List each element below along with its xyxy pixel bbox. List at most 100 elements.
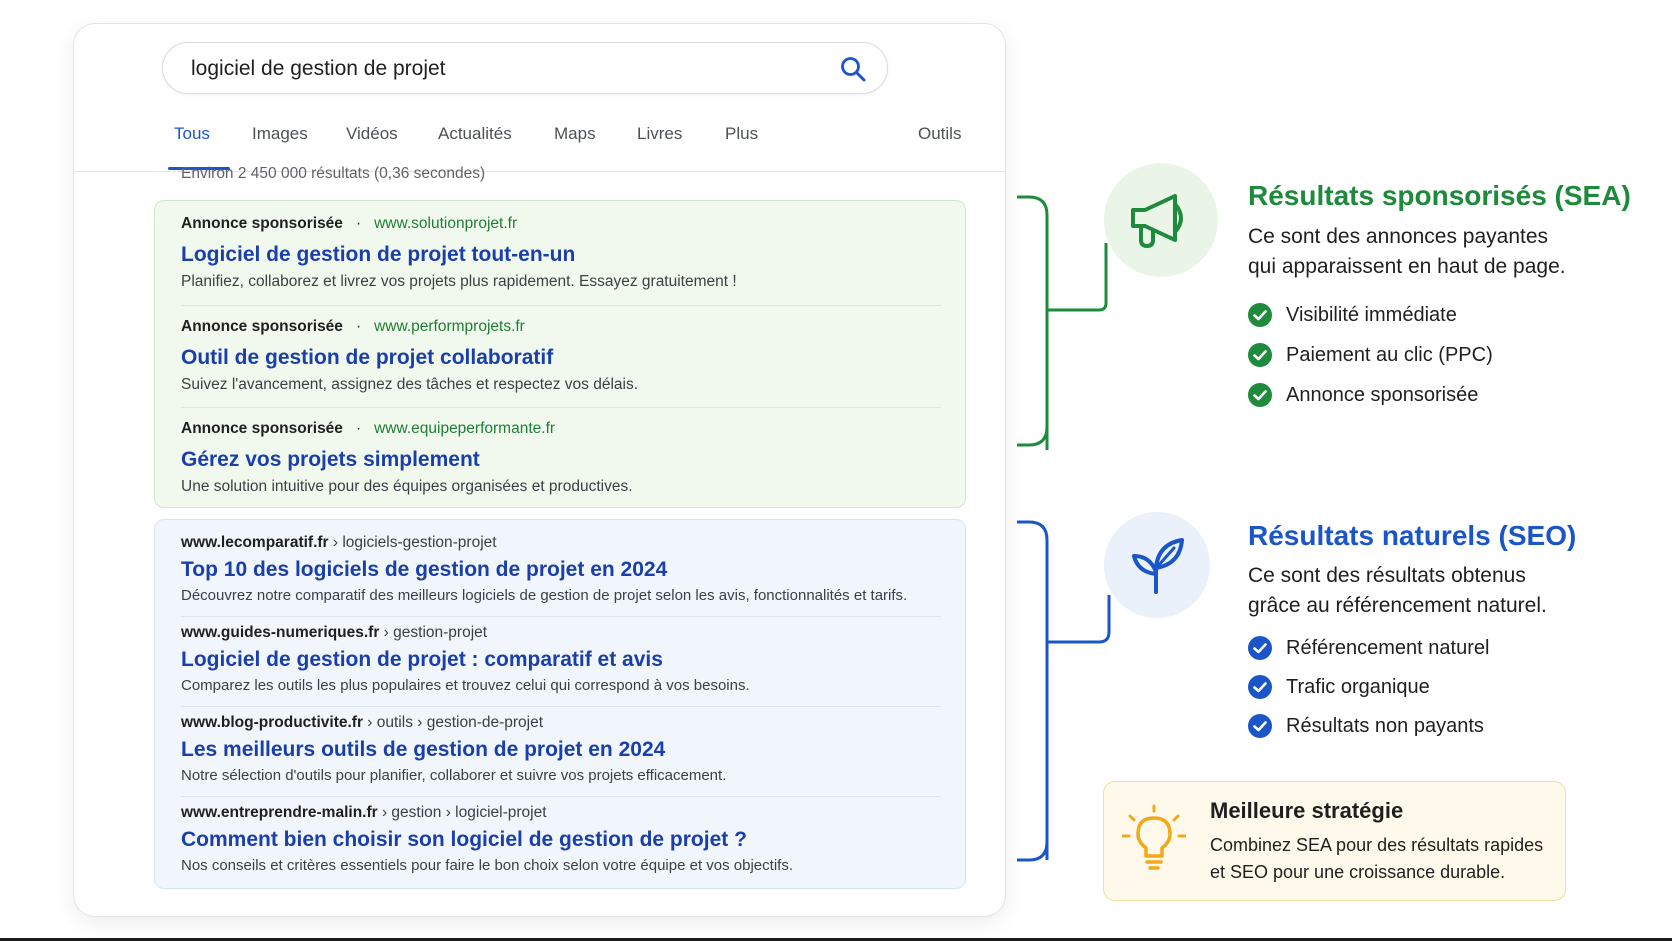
ad-result: Annonce sponsorisée · www.equipeperformant… [181,418,941,497]
sea-benefit: Paiement au clic (PPC) [1248,335,1493,375]
sea-benefit-label: Paiement au clic (PPC) [1286,343,1493,366]
check-circle-icon [1248,714,1272,738]
result-description: Découvrez notre comparatif des meilleurs… [181,587,908,604]
ad-title-link[interactable]: Logiciel de gestion de projet tout-en-un [181,241,941,269]
ad-label: Annonce sponsorisée [181,215,343,232]
seo-description-line: Ce sont des résultats obtenus [1248,564,1526,587]
divider [181,706,941,707]
tab-actualites[interactable]: Actualités [438,112,512,172]
sea-bracket [1017,195,1108,450]
organic-result: www.guides-numeriques.fr › gestion-proje… [181,622,961,696]
result-path: › logiciels-gestion-projet [328,534,497,551]
check-circle-icon [1248,383,1272,407]
ad-title-link[interactable]: Gérez vos projets simplement [181,446,941,474]
sea-benefit: Visibilité immédiate [1248,295,1493,335]
result-title-link[interactable]: Comment bien choisir son logiciel de ges… [181,826,961,854]
seo-benefit: Référencement naturel [1248,628,1489,668]
ad-url[interactable]: www.solutionprojet.fr [374,215,517,232]
ad-label: Annonce sponsorisée [181,318,343,335]
result-description: Comparez les outils les plus populaires … [181,677,750,694]
strategy-description-line: et SEO pour une croissance durable. [1210,862,1506,882]
result-title-link[interactable]: Les meilleurs outils de gestion de proje… [181,736,961,764]
result-breadcrumb: www.blog-productivite.fr › outils › gest… [181,712,961,734]
separator: · [355,318,362,335]
ad-url[interactable]: www.equipeperformante.fr [374,420,555,437]
sea-benefit: Annonce sponsorisée [1248,375,1493,415]
seo-description: Ce sont des résultats obtenus grâce au r… [1248,561,1628,621]
sea-description: Ce sont des annonces payantes qui appara… [1248,222,1628,282]
check-circle-icon [1248,636,1272,660]
ad-meta: Annonce sponsorisée · www.solutionprojet.f… [181,213,941,235]
tab-images[interactable]: Images [252,112,308,172]
ad-description: Une solution intuitive pour des équipes … [181,478,633,495]
result-path: › gestion › logiciel-projet [377,804,547,821]
result-breadcrumb: www.entreprendre-malin.fr › gestion › lo… [181,802,961,824]
search-tabs: Tous Images Vidéos Actualités Maps Livre… [74,112,1005,172]
ad-result: Annonce sponsorisée · www.solutionprojet.f… [181,213,941,292]
seo-icon-circle [1104,512,1210,618]
tab-plus[interactable]: Plus [725,112,758,172]
seo-benefit-label: Référencement naturel [1286,636,1490,659]
sea-icon-circle [1104,163,1218,277]
search-box[interactable] [162,42,888,95]
tab-livres[interactable]: Livres [637,112,682,172]
result-domain[interactable]: www.entreprendre-malin.fr [181,804,378,821]
divider [181,616,941,617]
divider [181,407,941,408]
sea-description-line: Ce sont des annonces payantes [1248,225,1549,248]
organic-results: www.lecomparatif.fr › logiciels-gestion-… [154,519,966,889]
sponsored-results: Annonce sponsorisée · www.solutionprojet.f… [154,200,966,508]
seo-bracket [1017,520,1111,862]
seo-description-line: grâce au référencement naturel. [1248,594,1547,617]
sea-benefits-list: Visibilité immédiate Paiement au clic (P… [1248,295,1493,415]
search-icon[interactable] [839,55,867,83]
result-title-link[interactable]: Top 10 des logiciels de gestion de proje… [181,556,961,584]
result-breadcrumb: www.guides-numeriques.fr › gestion-proje… [181,622,961,644]
divider [181,305,941,306]
strategy-description: Combinez SEA pour des résultats rapides … [1210,832,1555,886]
sprout-icon [1132,538,1184,594]
tab-outils[interactable]: Outils [918,112,961,172]
ad-label: Annonce sponsorisée [181,420,343,437]
strategy-title: Meilleure stratégie [1210,798,1404,823]
result-description: Nos conseils et critères essentiels pour… [181,857,793,874]
ad-meta: Annonce sponsorisée · www.performprojets.f… [181,316,941,338]
divider [181,796,941,797]
organic-result: www.lecomparatif.fr › logiciels-gestion-… [181,532,961,606]
check-circle-icon [1248,303,1272,327]
tab-videos[interactable]: Vidéos [346,112,398,172]
tab-maps[interactable]: Maps [554,112,596,172]
megaphone-icon [1131,194,1183,249]
seo-benefit-label: Trafic organique [1286,675,1430,698]
sea-description-line: qui apparaissent en haut de page. [1248,255,1566,278]
seo-benefits-list: Référencement naturel Trafic organique R… [1248,628,1489,746]
ad-url[interactable]: www.performprojets.fr [374,318,525,335]
seo-title: Résultats naturels (SEO) [1248,520,1577,551]
result-breadcrumb: www.lecomparatif.fr › logiciels-gestion-… [181,532,961,554]
seo-benefit-label: Résultats non payants [1286,714,1484,737]
lightbulb-icon [1122,804,1186,870]
ad-title-link[interactable]: Outil de gestion de projet collaboratif [181,344,941,372]
result-domain[interactable]: www.blog-productivite.fr [181,714,363,731]
organic-result: www.blog-productivite.fr › outils › gest… [181,712,961,786]
result-domain[interactable]: www.guides-numeriques.fr [181,624,379,641]
check-circle-icon [1248,343,1272,367]
result-title-link[interactable]: Logiciel de gestion de projet : comparat… [181,646,961,674]
separator: · [355,215,362,232]
seo-benefit: Trafic organique [1248,668,1489,706]
sea-title: Résultats sponsorisés (SEA) [1248,180,1631,211]
ad-description: Planifiez, collaborez et livrez vos proj… [181,273,737,290]
tab-tous[interactable]: Tous [174,112,210,172]
strategy-description-line: Combinez SEA pour des résultats rapides [1210,835,1544,855]
check-circle-icon [1248,675,1272,699]
search-input[interactable] [191,43,791,95]
strategy-callout: Meilleure stratégie Combinez SEA pour de… [1103,781,1566,901]
result-path: › gestion-projet [379,624,488,641]
ad-description: Suivez l'avancement, assignez des tâches… [181,376,639,393]
result-description: Notre sélection d'outils pour planifier,… [181,767,727,784]
search-results-panel: Tous Images Vidéos Actualités Maps Livre… [73,23,1006,917]
result-domain[interactable]: www.lecomparatif.fr [181,534,329,551]
result-count: Environ 2 450 000 résultats (0,36 second… [181,165,486,182]
result-path: › outils › gestion-de-projet [362,714,544,731]
organic-result: www.entreprendre-malin.fr › gestion › lo… [181,802,961,876]
